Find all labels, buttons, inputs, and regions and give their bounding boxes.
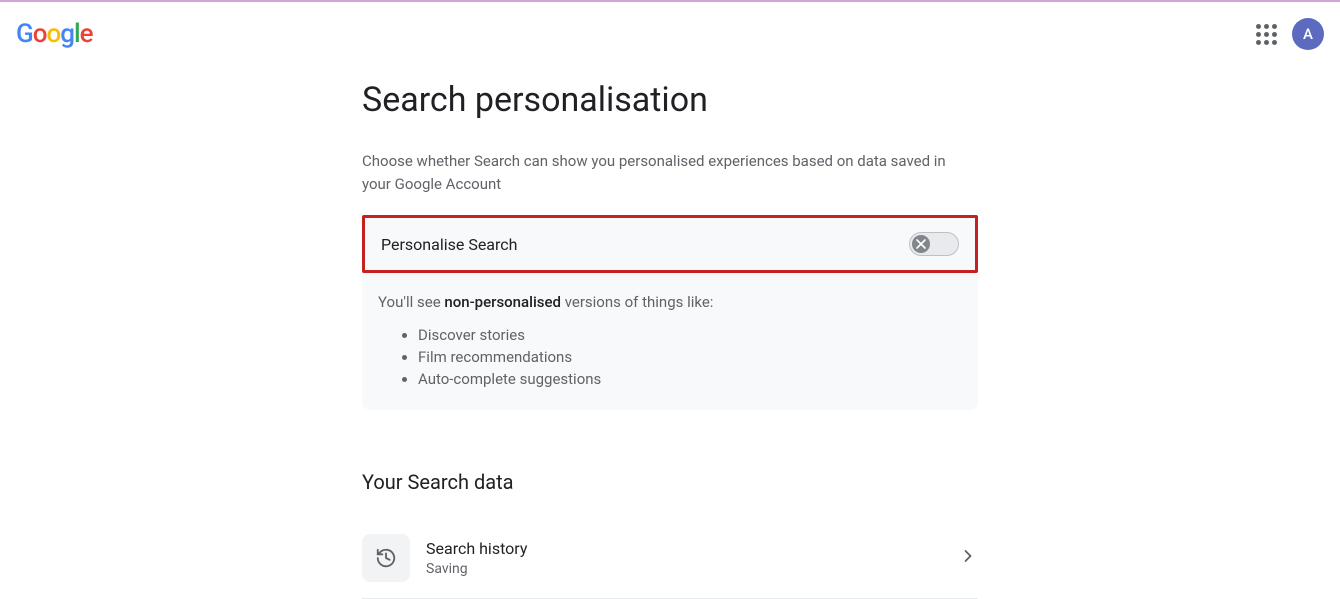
page-title: Search personalisation bbox=[362, 80, 978, 120]
google-logo[interactable]: Google bbox=[16, 19, 93, 49]
page-subtitle: Choose whether Search can show you perso… bbox=[362, 150, 957, 195]
personalise-toggle-label: Personalise Search bbox=[381, 235, 517, 254]
header: Google A bbox=[0, 2, 1340, 66]
list-item: Auto-complete suggestions bbox=[418, 369, 962, 391]
search-data-section-title: Your Search data bbox=[362, 470, 978, 494]
search-history-row[interactable]: Search history Saving bbox=[362, 518, 978, 599]
search-history-title: Search history bbox=[426, 539, 958, 558]
search-history-subtitle: Saving bbox=[426, 561, 958, 577]
main-content: Search personalisation Choose whether Se… bbox=[362, 80, 978, 599]
apps-grid-icon[interactable] bbox=[1254, 22, 1278, 46]
account-avatar[interactable]: A bbox=[1292, 18, 1324, 50]
personalise-toggle-row[interactable]: Personalise Search bbox=[362, 215, 978, 273]
list-item: Film recommendations bbox=[418, 347, 962, 369]
search-history-text: Search history Saving bbox=[426, 539, 958, 577]
personalise-toggle[interactable] bbox=[909, 232, 959, 256]
chevron-right-icon bbox=[958, 546, 978, 570]
list-item: Discover stories bbox=[418, 325, 962, 347]
avatar-initial: A bbox=[1303, 25, 1313, 43]
personalise-items-list: Discover stories Film recommendations Au… bbox=[378, 325, 962, 390]
history-icon bbox=[362, 534, 410, 582]
personalise-card: Personalise Search You'll see non-person… bbox=[362, 215, 978, 410]
header-right: A bbox=[1254, 18, 1324, 50]
toggle-off-icon bbox=[912, 235, 930, 253]
personalise-card-body: You'll see non-personalised versions of … bbox=[362, 273, 978, 390]
personalise-desc: You'll see non-personalised versions of … bbox=[378, 293, 962, 311]
